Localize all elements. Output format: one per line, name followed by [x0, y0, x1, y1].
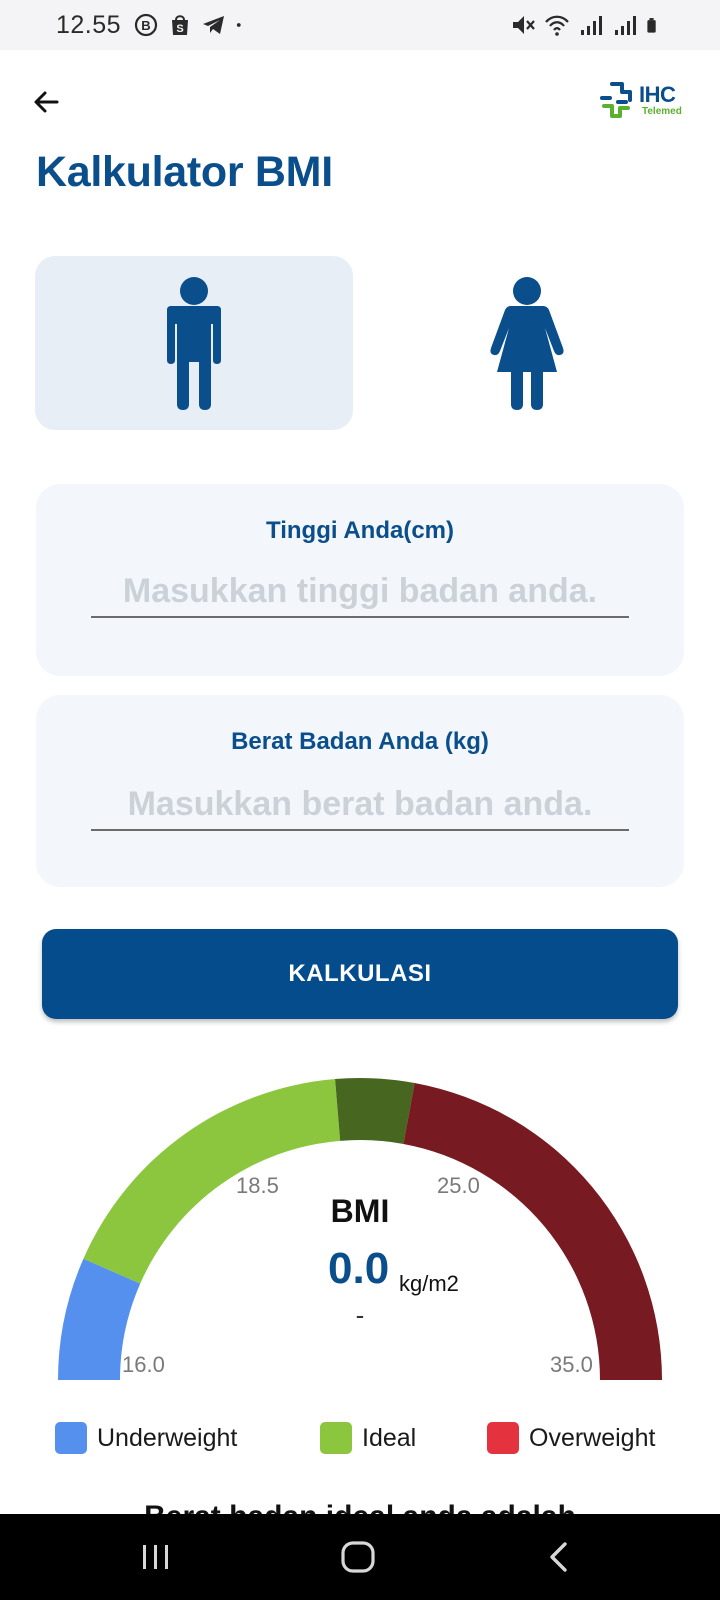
telegram-icon: [203, 16, 224, 34]
battery-icon: [647, 18, 656, 33]
ihc-telemed-logo: IHC Telemed: [598, 80, 684, 124]
tick-label-35: 35.0: [550, 1352, 593, 1377]
weight-input[interactable]: [91, 779, 629, 831]
gauge-segment-1: [83, 1079, 341, 1284]
page-title: Kalkulator BMI: [36, 148, 333, 196]
status-time: 12.55: [56, 11, 122, 39]
recent-apps-icon: [143, 1545, 168, 1569]
wifi-icon: [545, 15, 569, 36]
gender-female-option[interactable]: [368, 256, 686, 430]
svg-text:S: S: [176, 23, 183, 35]
male-icon: [167, 277, 221, 410]
legend-swatch-overweight: [487, 1422, 519, 1454]
legend-ideal: Ideal: [320, 1422, 416, 1454]
legend-swatch-underweight: [55, 1422, 87, 1454]
height-label: Tinggi Anda(cm): [266, 517, 454, 544]
signal-icon: [615, 16, 636, 35]
status-icons-left: B S: [133, 12, 249, 38]
legend-label-overweight: Overweight: [529, 1423, 656, 1452]
logo-text: IHC: [639, 82, 676, 107]
status-bar: 12.55 B S: [0, 0, 720, 50]
bmi-value: 0.0: [328, 1244, 390, 1293]
logo-subtext: Telemed: [642, 106, 682, 117]
legend-label-ideal: Ideal: [362, 1423, 417, 1452]
legend-swatch-ideal: [320, 1422, 352, 1454]
bmi-status: -: [355, 1300, 365, 1330]
gauge-title: BMI: [330, 1193, 390, 1229]
weight-card: Berat Badan Anda (kg): [36, 695, 684, 887]
legend-label-underweight: Underweight: [97, 1423, 238, 1452]
recent-apps-button[interactable]: [126, 1534, 186, 1580]
height-card: Tinggi Anda(cm): [36, 484, 684, 676]
arrow-left-icon: [34, 91, 59, 113]
calculate-button[interactable]: KALKULASI: [42, 929, 678, 1019]
weight-label: Berat Badan Anda (kg): [231, 728, 489, 755]
cross-logo-icon: [600, 82, 632, 118]
svg-text:B: B: [141, 18, 150, 33]
b-circle-icon: B: [134, 13, 158, 37]
home-icon: [341, 1541, 375, 1573]
gauge-segment-2: [335, 1078, 415, 1144]
home-button[interactable]: [328, 1534, 388, 1580]
back-icon: [550, 1542, 567, 1572]
legend-overweight: Overweight: [487, 1422, 655, 1454]
tick-label-16: 16.0: [122, 1352, 165, 1377]
status-icons-right: [510, 12, 664, 38]
nav-back-button[interactable]: [528, 1534, 588, 1580]
legend-underweight: Underweight: [55, 1422, 237, 1454]
back-button[interactable]: [26, 82, 66, 122]
bmi-unit: kg/m2: [399, 1271, 459, 1296]
gauge-segment-3: [403, 1082, 662, 1380]
gender-male-option[interactable]: [35, 256, 353, 430]
mute-icon: [513, 16, 535, 34]
signal-icon: [581, 16, 602, 35]
nav-bar: [0, 1514, 720, 1600]
shopping-bag-icon: S: [172, 15, 188, 35]
height-input[interactable]: [91, 566, 629, 618]
dot-icon: [236, 23, 241, 27]
female-icon: [490, 277, 564, 410]
